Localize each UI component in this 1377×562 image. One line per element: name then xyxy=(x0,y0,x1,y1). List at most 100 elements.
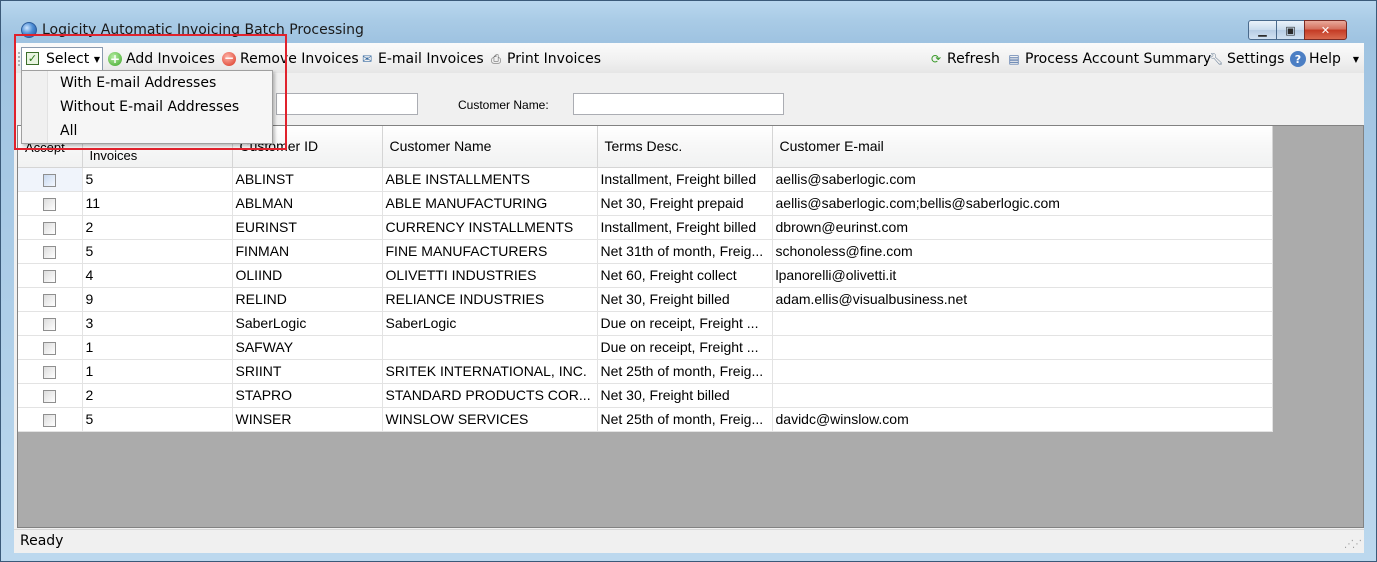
menu-item-without-email[interactable]: Without E-mail Addresses xyxy=(60,99,239,115)
accept-checkbox[interactable] xyxy=(43,269,57,283)
customer-id-cell[interactable]: ABLINST xyxy=(232,167,383,192)
accept-cell[interactable] xyxy=(18,311,83,336)
table-row[interactable]: 11 ABLMAN ABLE MANUFACTURING Net 30, Freigh… xyxy=(18,191,1273,216)
remove-invoices-button[interactable]: − Remove Invoices xyxy=(221,48,359,70)
accept-cell[interactable] xyxy=(18,383,83,408)
invoices-cell[interactable]: 1 xyxy=(82,359,233,384)
terms-cell[interactable]: Net 25th of month, Freig... xyxy=(597,359,773,384)
invoices-cell[interactable]: 9 xyxy=(82,287,233,312)
customer-name-cell[interactable]: ABLE INSTALLMENTS xyxy=(382,167,598,192)
print-invoices-button[interactable]: ⎙ Print Invoices xyxy=(488,48,601,70)
customer-name-cell[interactable]: FINE MANUFACTURERS xyxy=(382,239,598,264)
resize-grip-icon[interactable]: ⋰⋰ xyxy=(1344,539,1362,550)
email-cell[interactable]: dbrown@eurinst.com xyxy=(772,215,1273,240)
terms-cell[interactable]: Installment, Freight billed xyxy=(597,167,773,192)
invoices-cell[interactable]: 5 xyxy=(82,167,233,192)
table-row[interactable]: 2 EURINST CURRENCY INSTALLMENTS Installment… xyxy=(18,215,1273,240)
email-cell[interactable] xyxy=(772,383,1273,408)
customer-name-cell[interactable]: STANDARD PRODUCTS COR... xyxy=(382,383,598,408)
customer-id-cell[interactable]: SRIINT xyxy=(232,359,383,384)
accept-checkbox[interactable] xyxy=(43,317,57,331)
close-button[interactable]: ✕ xyxy=(1304,20,1347,40)
table-row[interactable]: 5 WINSER WINSLOW SERVICES Net 25th of month… xyxy=(18,407,1273,432)
accept-checkbox[interactable] xyxy=(43,197,57,211)
customer-name-cell[interactable]: SRITEK INTERNATIONAL, INC. xyxy=(382,359,598,384)
settings-button[interactable]: 🔧︎ Settings xyxy=(1208,48,1284,70)
terms-cell[interactable]: Due on receipt, Freight ... xyxy=(597,335,773,360)
customer-name-cell[interactable]: RELIANCE INDUSTRIES xyxy=(382,287,598,312)
overflow-chevron-icon[interactable]: ▼ xyxy=(1353,55,1359,64)
column-header-email[interactable]: Customer E-mail xyxy=(772,126,1273,168)
customer-id-filter-input[interactable] xyxy=(276,93,418,115)
column-header-terms[interactable]: Terms Desc. xyxy=(597,126,773,168)
table-row[interactable]: 5 ABLINST ABLE INSTALLMENTS Installment, Fr… xyxy=(18,167,1273,192)
accept-cell[interactable] xyxy=(18,239,83,264)
accept-checkbox[interactable] xyxy=(43,221,57,235)
customer-id-cell[interactable]: EURINST xyxy=(232,215,383,240)
email-cell[interactable]: lpanorelli@olivetti.it xyxy=(772,263,1273,288)
accept-cell[interactable] xyxy=(18,287,83,312)
table-row[interactable]: 1 SRIINT SRITEK INTERNATIONAL, INC. Net 25t… xyxy=(18,359,1273,384)
customer-id-cell[interactable]: RELIND xyxy=(232,287,383,312)
customer-name-filter-input[interactable] xyxy=(573,93,784,115)
customer-name-cell[interactable]: SaberLogic xyxy=(382,311,598,336)
table-row[interactable]: 2 STAPRO STANDARD PRODUCTS COR... Net 30, F… xyxy=(18,383,1273,408)
accept-checkbox[interactable] xyxy=(43,413,57,427)
invoices-cell[interactable]: 3 xyxy=(82,311,233,336)
customer-name-cell[interactable]: CURRENCY INSTALLMENTS xyxy=(382,215,598,240)
table-row[interactable]: 1 SAFWAY Due on receipt, Freight ... xyxy=(18,335,1273,360)
email-cell[interactable]: davidc@winslow.com xyxy=(772,407,1273,432)
customer-name-cell[interactable]: OLIVETTI INDUSTRIES xyxy=(382,263,598,288)
accept-cell[interactable] xyxy=(18,335,83,360)
accept-cell[interactable] xyxy=(18,215,83,240)
select-dropdown-button[interactable]: ✓ Select ▼ xyxy=(21,47,103,71)
terms-cell[interactable]: Net 60, Freight collect xyxy=(597,263,773,288)
customer-id-cell[interactable]: FINMAN xyxy=(232,239,383,264)
accept-cell[interactable] xyxy=(18,263,83,288)
table-row[interactable]: 5 FINMAN FINE MANUFACTURERS Net 31th of mon… xyxy=(18,239,1273,264)
invoices-cell[interactable]: 5 xyxy=(82,407,233,432)
toolbar-grip[interactable] xyxy=(18,51,20,67)
customer-id-cell[interactable]: WINSER xyxy=(232,407,383,432)
email-cell[interactable]: aellis@saberlogic.com xyxy=(772,167,1273,192)
terms-cell[interactable]: Net 25th of month, Freig... xyxy=(597,407,773,432)
customer-id-cell[interactable]: STAPRO xyxy=(232,383,383,408)
customer-id-cell[interactable]: SaberLogic xyxy=(232,311,383,336)
customer-name-cell[interactable]: ABLE MANUFACTURING xyxy=(382,191,598,216)
table-row[interactable]: 3 SaberLogic SaberLogic Due on receipt, Fre… xyxy=(18,311,1273,336)
process-account-summary-button[interactable]: ▤ Process Account Summary xyxy=(1006,48,1211,70)
invoices-cell[interactable]: 4 xyxy=(82,263,233,288)
terms-cell[interactable]: Net 30, Freight billed xyxy=(597,287,773,312)
accept-cell[interactable] xyxy=(18,359,83,384)
add-invoices-button[interactable]: + Add Invoices xyxy=(107,48,215,70)
menu-item-with-email[interactable]: With E-mail Addresses xyxy=(60,75,216,91)
accept-checkbox[interactable] xyxy=(43,341,57,355)
terms-cell[interactable]: Installment, Freight billed xyxy=(597,215,773,240)
invoices-cell[interactable]: 5 xyxy=(82,239,233,264)
terms-cell[interactable]: Due on receipt, Freight ... xyxy=(597,311,773,336)
email-cell[interactable]: aellis@saberlogic.com;bellis@saberlogic.… xyxy=(772,191,1273,216)
customer-id-cell[interactable]: ABLMAN xyxy=(232,191,383,216)
title-bar[interactable]: Logicity Automatic Invoicing Batch Proce… xyxy=(1,1,1376,43)
accept-checkbox[interactable] xyxy=(43,365,57,379)
customer-name-cell[interactable]: WINSLOW SERVICES xyxy=(382,407,598,432)
maximize-button[interactable]: ▣ xyxy=(1276,20,1305,40)
invoices-cell[interactable]: 1 xyxy=(82,335,233,360)
customer-name-cell[interactable] xyxy=(382,335,598,360)
accept-checkbox[interactable] xyxy=(43,389,57,403)
terms-cell[interactable]: Net 30, Freight billed xyxy=(597,383,773,408)
invoices-cell[interactable]: 2 xyxy=(82,383,233,408)
minimize-button[interactable]: ▁ xyxy=(1248,20,1277,40)
accept-checkbox[interactable] xyxy=(43,293,57,307)
email-cell[interactable]: schonoless@fine.com xyxy=(772,239,1273,264)
help-button[interactable]: ? Help ▼ xyxy=(1290,48,1359,70)
terms-cell[interactable]: Net 30, Freight prepaid xyxy=(597,191,773,216)
table-row[interactable]: 4 OLIIND OLIVETTI INDUSTRIES Net 60, Freigh… xyxy=(18,263,1273,288)
email-invoices-button[interactable]: ✉ E-mail Invoices xyxy=(359,48,484,70)
accept-cell[interactable] xyxy=(18,407,83,432)
accept-checkbox[interactable] xyxy=(43,173,57,187)
table-row[interactable]: 9 RELIND RELIANCE INDUSTRIES Net 30, Freigh… xyxy=(18,287,1273,312)
customer-id-cell[interactable]: SAFWAY xyxy=(232,335,383,360)
accept-cell[interactable] xyxy=(18,167,83,192)
customer-id-cell[interactable]: OLIIND xyxy=(232,263,383,288)
